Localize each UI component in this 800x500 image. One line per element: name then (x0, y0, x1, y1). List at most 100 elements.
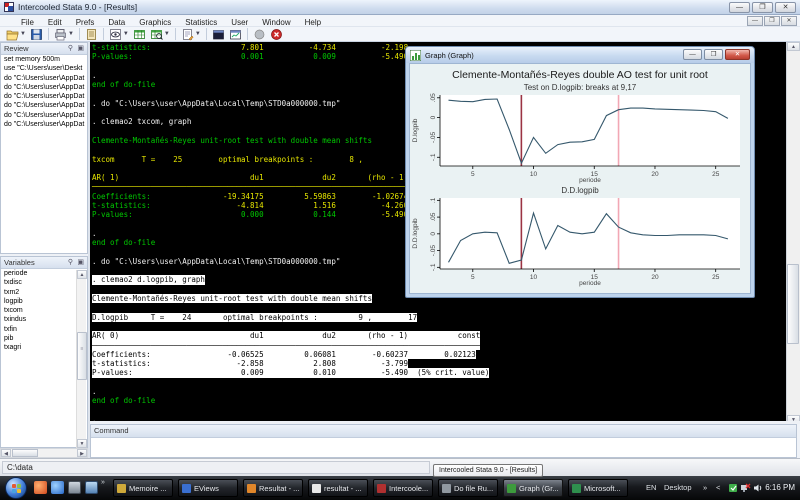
open-button[interactable]: ▼ (4, 27, 28, 41)
variable-item[interactable]: logpib (1, 297, 77, 306)
dropdown-arrow-icon[interactable]: ▼ (20, 31, 26, 37)
menu-edit[interactable]: Edit (41, 18, 69, 27)
graph-window-button[interactable] (227, 27, 244, 41)
data-editor-button[interactable] (131, 27, 148, 41)
task-button-microsoft[interactable]: Microsoft... (568, 479, 628, 497)
review-item[interactable]: do "C:\Users\user\AppDat (1, 74, 87, 83)
data-browser-button[interactable]: ▼ (148, 27, 172, 41)
dropdown-arrow-icon[interactable]: ▼ (123, 31, 129, 37)
menu-prefs[interactable]: Prefs (69, 18, 102, 27)
save-button[interactable] (28, 27, 45, 41)
variable-item[interactable]: txfin (1, 325, 77, 334)
do-file-editor-button[interactable]: ▼ (179, 27, 203, 41)
variable-item[interactable]: txindus (1, 315, 77, 324)
tray-safely-remove-icon[interactable] (728, 483, 738, 493)
task-button-memoire[interactable]: Memoire ... (113, 479, 173, 497)
graph-window-titlebar[interactable]: Graph (Graph) — ❐ ✕ (406, 47, 754, 63)
task-button-eviews[interactable]: EViews (178, 479, 238, 497)
graph-close-button[interactable]: ✕ (725, 49, 750, 60)
command-input[interactable] (91, 438, 796, 457)
scrollbar-thumb[interactable] (12, 449, 38, 457)
menu-user[interactable]: User (224, 18, 255, 27)
variable-item[interactable]: periode (1, 269, 77, 278)
menu-graphics[interactable]: Graphics (132, 18, 178, 27)
dropdown-arrow-icon[interactable]: ▼ (164, 31, 170, 37)
dropdown-arrow-icon[interactable]: ▼ (68, 31, 74, 37)
dock-horizontal-scrollbar[interactable]: ◀ ▶ (0, 448, 88, 458)
dropdown-arrow-icon[interactable]: ▼ (195, 31, 201, 37)
clear-more-button[interactable] (251, 27, 268, 41)
tray-volume-icon[interactable] (753, 483, 763, 493)
close-button[interactable]: ✕ (775, 2, 796, 13)
viewer-button[interactable]: ▼ (107, 27, 131, 41)
review-item[interactable]: use "C:\Users\user\Deskt (1, 64, 87, 73)
task-button-resultat[interactable]: resultat - ... (308, 479, 368, 497)
panel-close-icon[interactable]: ▣ (77, 45, 84, 53)
status-bar: C:\data (0, 458, 800, 476)
command-pane-titlebar[interactable]: Command (91, 425, 796, 438)
variable-item[interactable]: txagri (1, 343, 77, 352)
menu-data[interactable]: Data (101, 18, 132, 27)
scroll-down-icon[interactable]: ▼ (77, 439, 87, 448)
results-window-button[interactable] (210, 27, 227, 41)
quicklaunch-launcher-icon[interactable] (34, 481, 47, 494)
review-item[interactable]: do "C:\Users\user\AppDat (1, 111, 87, 120)
results-scrollbar[interactable]: ▲ ▼ (786, 42, 800, 424)
svg-text:.05: .05 (430, 93, 437, 102)
variable-item[interactable]: txdisc (1, 278, 77, 287)
task-button-graph-gr[interactable]: Graph (Gr... (503, 479, 563, 497)
scroll-up-icon[interactable]: ▲ (787, 42, 800, 51)
variable-item[interactable]: pib (1, 334, 77, 343)
log-button[interactable] (83, 27, 100, 41)
quicklaunch-browser-icon[interactable] (51, 481, 64, 494)
menu-statistics[interactable]: Statistics (178, 18, 224, 27)
break-button[interactable] (268, 27, 285, 41)
mdi-restore-button[interactable]: ❐ (764, 16, 780, 26)
svg-text:5: 5 (471, 171, 475, 178)
menu-window[interactable]: Window (255, 18, 297, 27)
review-item[interactable]: do "C:\Users\user\AppDat (1, 101, 87, 110)
scroll-left-icon[interactable]: ◀ (1, 449, 11, 457)
graph-window[interactable]: Graph (Graph) — ❐ ✕ Clemente-Montañés-Re… (405, 46, 755, 298)
review-item[interactable]: do "C:\Users\user\AppDat (1, 92, 87, 101)
variable-item[interactable]: txcom (1, 306, 77, 315)
pin-icon[interactable]: ⚲ (68, 45, 73, 53)
tray-collapse-chevron[interactable]: < (716, 483, 720, 492)
task-button-do-file-ru[interactable]: Do file Ru... (438, 479, 498, 497)
print-button[interactable]: ▼ (52, 27, 76, 41)
menu-help[interactable]: Help (298, 18, 328, 27)
pin-icon[interactable]: ⚲ (68, 259, 73, 267)
graph-maximize-button[interactable]: ❐ (704, 49, 723, 60)
review-item[interactable]: set memory 500m (1, 55, 87, 64)
stata-app-icon (4, 2, 14, 12)
task-button-label: Memoire ... (129, 484, 167, 493)
variables-panel-titlebar[interactable]: Variables ⚲ ▣ (1, 257, 87, 269)
task-button-intercoole[interactable]: Intercoole... (373, 479, 433, 497)
mdi-minimize-button[interactable]: — (747, 16, 763, 26)
task-button-resultat[interactable]: Resultat - ... (243, 479, 303, 497)
scrollbar-thumb[interactable]: ≡ (77, 332, 87, 380)
mdi-close-button[interactable]: ✕ (781, 16, 797, 26)
review-panel-titlebar[interactable]: Review ⚲ ▣ (1, 43, 87, 55)
quicklaunch-overflow-chevron[interactable]: » (101, 479, 105, 486)
review-item[interactable]: do "C:\Users\user\AppDat (1, 83, 87, 92)
desktop-toolbar-label[interactable]: Desktop (664, 483, 692, 492)
language-indicator[interactable]: EN (646, 483, 656, 492)
svg-text:-.1: -.1 (430, 153, 437, 161)
start-button[interactable] (5, 477, 27, 499)
tray-network-disconnected-icon[interactable] (741, 483, 751, 493)
minimize-button[interactable]: — (729, 2, 750, 13)
scroll-right-icon[interactable]: ▶ (77, 449, 87, 457)
variable-item[interactable]: txm2 (1, 288, 77, 297)
maximize-button[interactable]: ❐ (752, 2, 773, 13)
desktop-chevron[interactable]: » (703, 483, 707, 492)
window-switcher-icon[interactable] (85, 481, 98, 494)
scroll-up-icon[interactable]: ▲ (77, 270, 87, 279)
show-desktop-icon[interactable] (68, 481, 81, 494)
review-item[interactable]: do "C:\Users\user\AppDat (1, 120, 87, 129)
variables-scrollbar[interactable]: ▲ ≡ ▼ (76, 270, 86, 448)
graph-minimize-button[interactable]: — (683, 49, 702, 60)
panel-close-icon[interactable]: ▣ (77, 259, 84, 267)
menu-file[interactable]: File (14, 18, 41, 27)
scrollbar-thumb[interactable] (787, 264, 799, 344)
